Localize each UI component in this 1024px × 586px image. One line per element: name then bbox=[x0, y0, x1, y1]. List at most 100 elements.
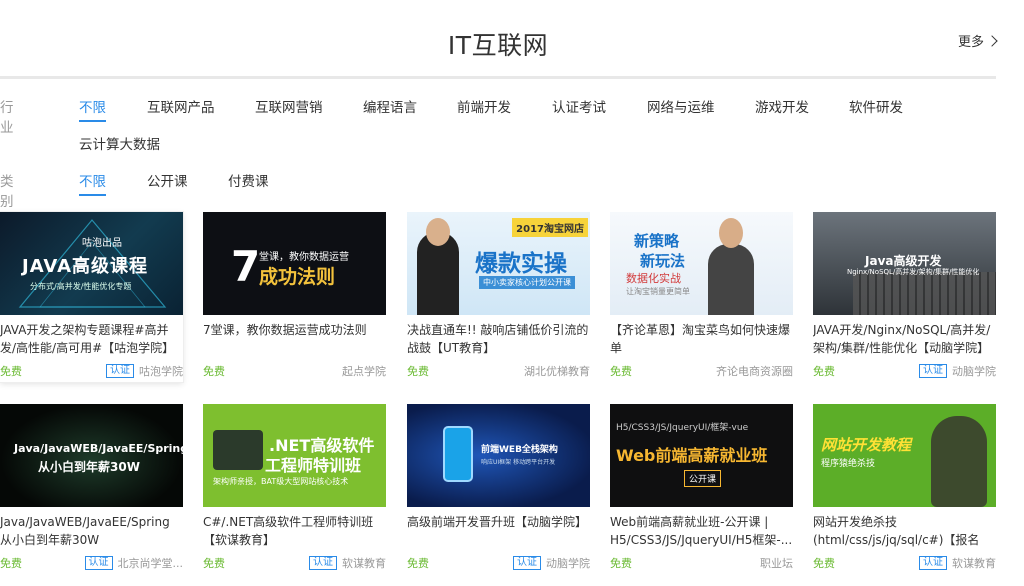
course-provider: 职业坛 bbox=[760, 555, 793, 571]
industry-option-all[interactable]: 不限 bbox=[79, 96, 106, 122]
provider-name[interactable]: 湖北优梯教育 bbox=[524, 363, 590, 379]
category-option-all[interactable]: 不限 bbox=[79, 170, 106, 196]
provider-name[interactable]: 齐论电商资源圈 bbox=[716, 363, 793, 379]
course-title[interactable]: JAVA开发/Nginx/NoSQL/高并发/架构/集群/性能优化【动脑学院】 bbox=[813, 321, 996, 357]
course-thumbnail: 新策略 新玩法 数据化实战 让淘宝销量更简单 bbox=[610, 212, 793, 315]
course-provider: 认证 北京尚学堂... bbox=[84, 555, 184, 571]
provider-name[interactable]: 动脑学院 bbox=[952, 363, 996, 379]
course-thumbnail: Java高级开发 Nginx/NoSQL/高并发/架构/集群/性能优化 bbox=[813, 212, 996, 315]
thumb-main-text: JAVA高级课程 bbox=[22, 256, 149, 277]
thumb-main-text: 爆款实操 bbox=[475, 251, 567, 277]
industry-option-software-dev[interactable]: 软件研发 bbox=[849, 96, 903, 116]
industry-option-network-ops[interactable]: 网络与运维 bbox=[647, 96, 715, 116]
course-price: 免费 bbox=[203, 365, 225, 378]
course-provider: 认证 动脑学院 bbox=[919, 363, 996, 379]
thumb-sub-text: 数据化实战 bbox=[626, 272, 681, 285]
thumb-sub-text: 响应UI框架 移动跨平台开发 bbox=[481, 459, 556, 466]
industry-option-game-dev[interactable]: 游戏开发 bbox=[755, 96, 809, 116]
certified-badge: 认证 bbox=[84, 556, 113, 570]
industry-option-cloud-bigdata[interactable]: 云计算大数据 bbox=[79, 133, 160, 153]
course-price: 免费 bbox=[610, 365, 632, 378]
thumb-sub-text-2: 让淘宝销量更简单 bbox=[626, 287, 690, 296]
thumb-main-text-2: 工程师特训班 bbox=[265, 456, 362, 475]
provider-name[interactable]: 起点学院 bbox=[342, 363, 386, 379]
course-title[interactable]: C#/.NET高级软件工程师特训班【软谋教育】 bbox=[203, 513, 386, 549]
course-price: 免费 bbox=[407, 557, 429, 570]
chevron-right-icon bbox=[986, 34, 998, 47]
provider-name[interactable]: 职业坛 bbox=[760, 555, 793, 571]
thumb-main-text: Java/JavaWEB/JavaEE/Spring bbox=[14, 442, 183, 455]
category-filter-label: 类别 bbox=[0, 174, 14, 210]
more-link[interactable]: 更多 bbox=[958, 31, 998, 50]
course-card[interactable]: 2017淘宝网店 爆款实操 中小卖家核心计划公开课 决战直通车!! 敲响店铺低价… bbox=[407, 212, 590, 382]
thumb-sub-text: Nginx/NoSQL/高并发/架构/集群/性能优化 bbox=[847, 268, 980, 276]
course-title[interactable]: Web前端高薪就业班-公开课 | H5/CSS3/JS/JqueryUI/H5框… bbox=[610, 513, 793, 549]
course-price: 免费 bbox=[407, 365, 429, 378]
provider-name[interactable]: 北京尚学堂... bbox=[118, 555, 184, 571]
certified-badge: 认证 bbox=[513, 556, 541, 570]
course-price: 免费 bbox=[813, 365, 835, 378]
course-card[interactable]: Java高级开发 Nginx/NoSQL/高并发/架构/集群/性能优化 JAVA… bbox=[813, 212, 996, 382]
provider-name[interactable]: 软谋教育 bbox=[952, 555, 996, 571]
course-title[interactable]: 【齐论革恩】淘宝菜鸟如何快速爆单 bbox=[610, 321, 793, 357]
course-card[interactable]: 前端WEB全栈架构 响应UI框架 移动跨平台开发 高级前端开发晋升班【动脑学院】… bbox=[407, 404, 590, 574]
course-provider: 认证 软谋教育 bbox=[919, 555, 996, 571]
course-thumbnail: 前端WEB全栈架构 响应UI框架 移动跨平台开发 bbox=[407, 404, 590, 507]
course-card[interactable]: .NET高级软件 工程师特训班 架构师亲授，BAT级大型网站核心技术 C#/.N… bbox=[203, 404, 386, 574]
thumb-icon-panel bbox=[213, 430, 263, 470]
category-option-open[interactable]: 公开课 bbox=[147, 170, 188, 190]
category-option-paid[interactable]: 付费课 bbox=[228, 170, 269, 190]
thumb-main-text-2: 新玩法 bbox=[640, 252, 686, 270]
course-card[interactable]: Java/JavaWEB/JavaEE/Spring 从小白到年薪30W Jav… bbox=[0, 404, 183, 574]
course-card[interactable]: 7 堂课，教你数据运营 成功法则 7堂课，教你数据运营成功法则 免费 起点学院 bbox=[203, 212, 386, 382]
course-provider: 湖北优梯教育 bbox=[524, 363, 590, 379]
course-provider: 认证 咕泡学院 bbox=[106, 363, 183, 379]
provider-name[interactable]: 软谋教育 bbox=[342, 555, 386, 571]
course-card[interactable]: H5/CSS3/JS/JqueryUI/框架-vue Web前端高薪就业班 公开… bbox=[610, 404, 793, 574]
thumb-number: 7 bbox=[231, 242, 261, 291]
thumb-main-text: 成功法则 bbox=[259, 266, 336, 288]
thumb-sub-text: 程序猿绝杀技 bbox=[821, 459, 876, 469]
course-title[interactable]: JAVA开发之架构专题课程#高并发/高性能/高可用#【咕泡学院】 bbox=[0, 321, 183, 357]
course-thumbnail: Java/JavaWEB/JavaEE/Spring 从小白到年薪30W bbox=[0, 404, 183, 507]
thumb-main-text: 新策略 bbox=[634, 232, 680, 250]
course-provider: 认证 动脑学院 bbox=[513, 555, 590, 571]
course-title[interactable]: 7堂课，教你数据运营成功法则 bbox=[203, 321, 386, 357]
industry-option-internet-product[interactable]: 互联网产品 bbox=[147, 96, 215, 116]
thumb-tag: 2017淘宝网店 bbox=[512, 218, 588, 237]
thumb-sub-text: 堂课，教你数据运营 bbox=[259, 252, 349, 263]
course-card[interactable]: 网站开发教程 程序猿绝杀技 网站开发绝杀技(html/css/js/jq/sql… bbox=[813, 404, 996, 574]
more-label: 更多 bbox=[958, 35, 985, 50]
certified-badge: 认证 bbox=[106, 364, 134, 378]
course-price: 免费 bbox=[610, 557, 632, 570]
industry-option-frontend[interactable]: 前端开发 bbox=[457, 96, 511, 116]
course-price: 免费 bbox=[813, 557, 835, 570]
section-divider bbox=[0, 76, 996, 79]
course-thumbnail: 咕泡出品 JAVA高级课程 分布式/高并发/性能优化专题 bbox=[0, 212, 183, 315]
course-price: 免费 bbox=[0, 365, 22, 378]
course-provider: 认证 软谋教育 bbox=[309, 555, 386, 571]
thumb-sub-text: H5/CSS3/JS/JqueryUI/框架-vue bbox=[616, 423, 749, 433]
industry-option-internet-marketing[interactable]: 互联网营销 bbox=[255, 96, 323, 116]
course-provider: 起点学院 bbox=[342, 363, 386, 379]
course-title[interactable]: 决战直通车!! 敲响店铺低价引流的战鼓【UT教育】 bbox=[407, 321, 590, 357]
course-title[interactable]: 网站开发绝杀技(html/css/js/jq/sql/c#)【报名课... bbox=[813, 513, 996, 549]
course-card[interactable]: 咕泡出品 JAVA高级课程 分布式/高并发/性能优化专题 JAVA开发之架构专题… bbox=[0, 212, 183, 382]
thumb-presenter-head bbox=[426, 218, 450, 246]
industry-filter-label: 行业 bbox=[0, 100, 14, 136]
certified-badge: 认证 bbox=[309, 556, 337, 570]
course-title[interactable]: 高级前端开发晋升班【动脑学院】 bbox=[407, 513, 590, 549]
industry-option-programming[interactable]: 编程语言 bbox=[363, 96, 417, 116]
course-card[interactable]: 新策略 新玩法 数据化实战 让淘宝销量更简单 【齐论革恩】淘宝菜鸟如何快速爆单 … bbox=[610, 212, 793, 382]
thumb-sub-text: 中小卖家核心计划公开课 bbox=[479, 276, 575, 289]
course-title[interactable]: Java/JavaWEB/JavaEE/Spring 从小白到年薪30W bbox=[0, 513, 183, 549]
industry-option-certification[interactable]: 认证考试 bbox=[552, 96, 606, 116]
certified-badge: 认证 bbox=[919, 556, 947, 570]
provider-name[interactable]: 咕泡学院 bbox=[139, 363, 183, 379]
course-price: 免费 bbox=[0, 557, 22, 570]
certified-badge: 认证 bbox=[919, 364, 947, 378]
thumb-keyboard bbox=[853, 272, 996, 315]
course-thumbnail: 7 堂课，教你数据运营 成功法则 bbox=[203, 212, 386, 315]
thumb-tag: 公开课 bbox=[684, 470, 722, 487]
provider-name[interactable]: 动脑学院 bbox=[546, 555, 590, 571]
